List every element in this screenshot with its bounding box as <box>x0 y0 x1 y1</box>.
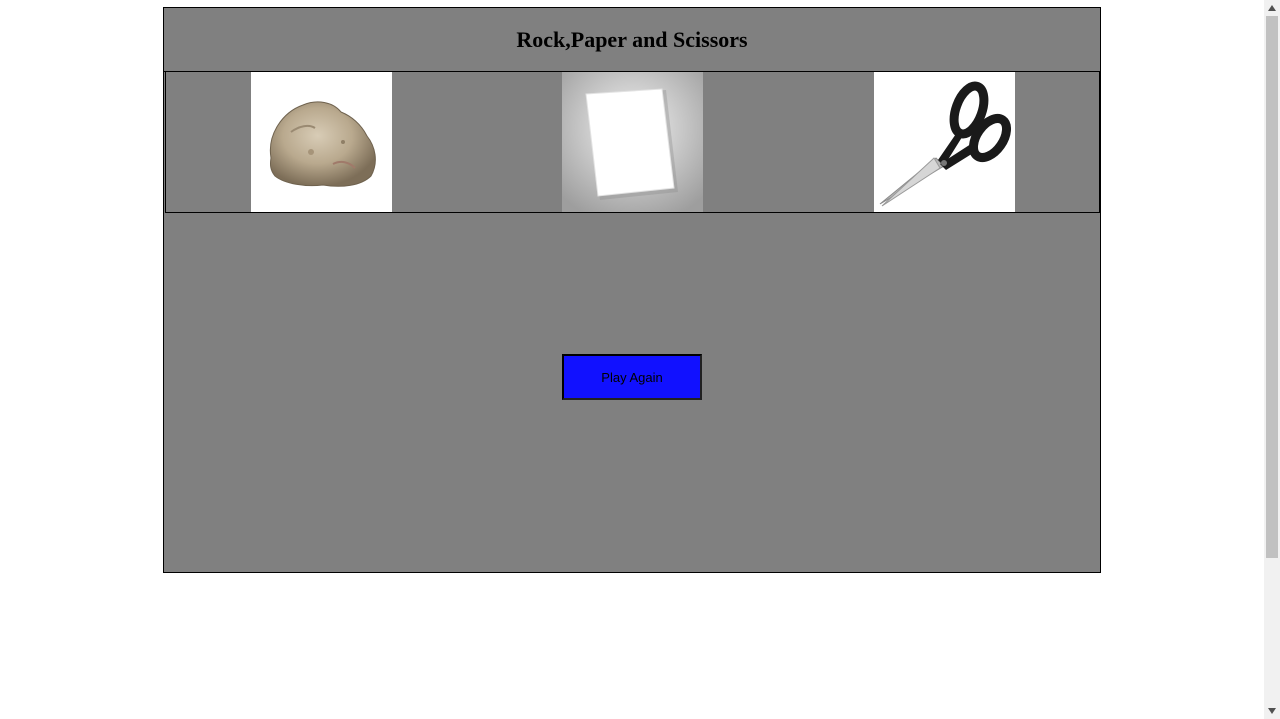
play-again-button[interactable]: Play Again <box>562 354 702 400</box>
paper-icon <box>562 72 703 212</box>
scrollbar-thumb[interactable] <box>1266 16 1278 558</box>
scroll-down-arrow-icon[interactable] <box>1264 703 1280 719</box>
scissors-choice[interactable] <box>874 72 1015 212</box>
page-title: Rock,Paper and Scissors <box>516 27 748 52</box>
game-header: Rock,Paper and Scissors <box>164 8 1100 72</box>
rock-icon <box>269 101 376 187</box>
vertical-scrollbar[interactable] <box>1264 0 1280 719</box>
choices-row <box>165 72 1100 213</box>
scissors-icon <box>879 81 1012 207</box>
browser-viewport: Rock,Paper and Scissors Play Again <box>0 0 1280 719</box>
rock-choice[interactable] <box>251 72 392 212</box>
paper-choice[interactable] <box>562 72 703 212</box>
game-container: Rock,Paper and Scissors Play Again <box>163 7 1101 573</box>
scroll-up-arrow-icon[interactable] <box>1264 0 1280 16</box>
